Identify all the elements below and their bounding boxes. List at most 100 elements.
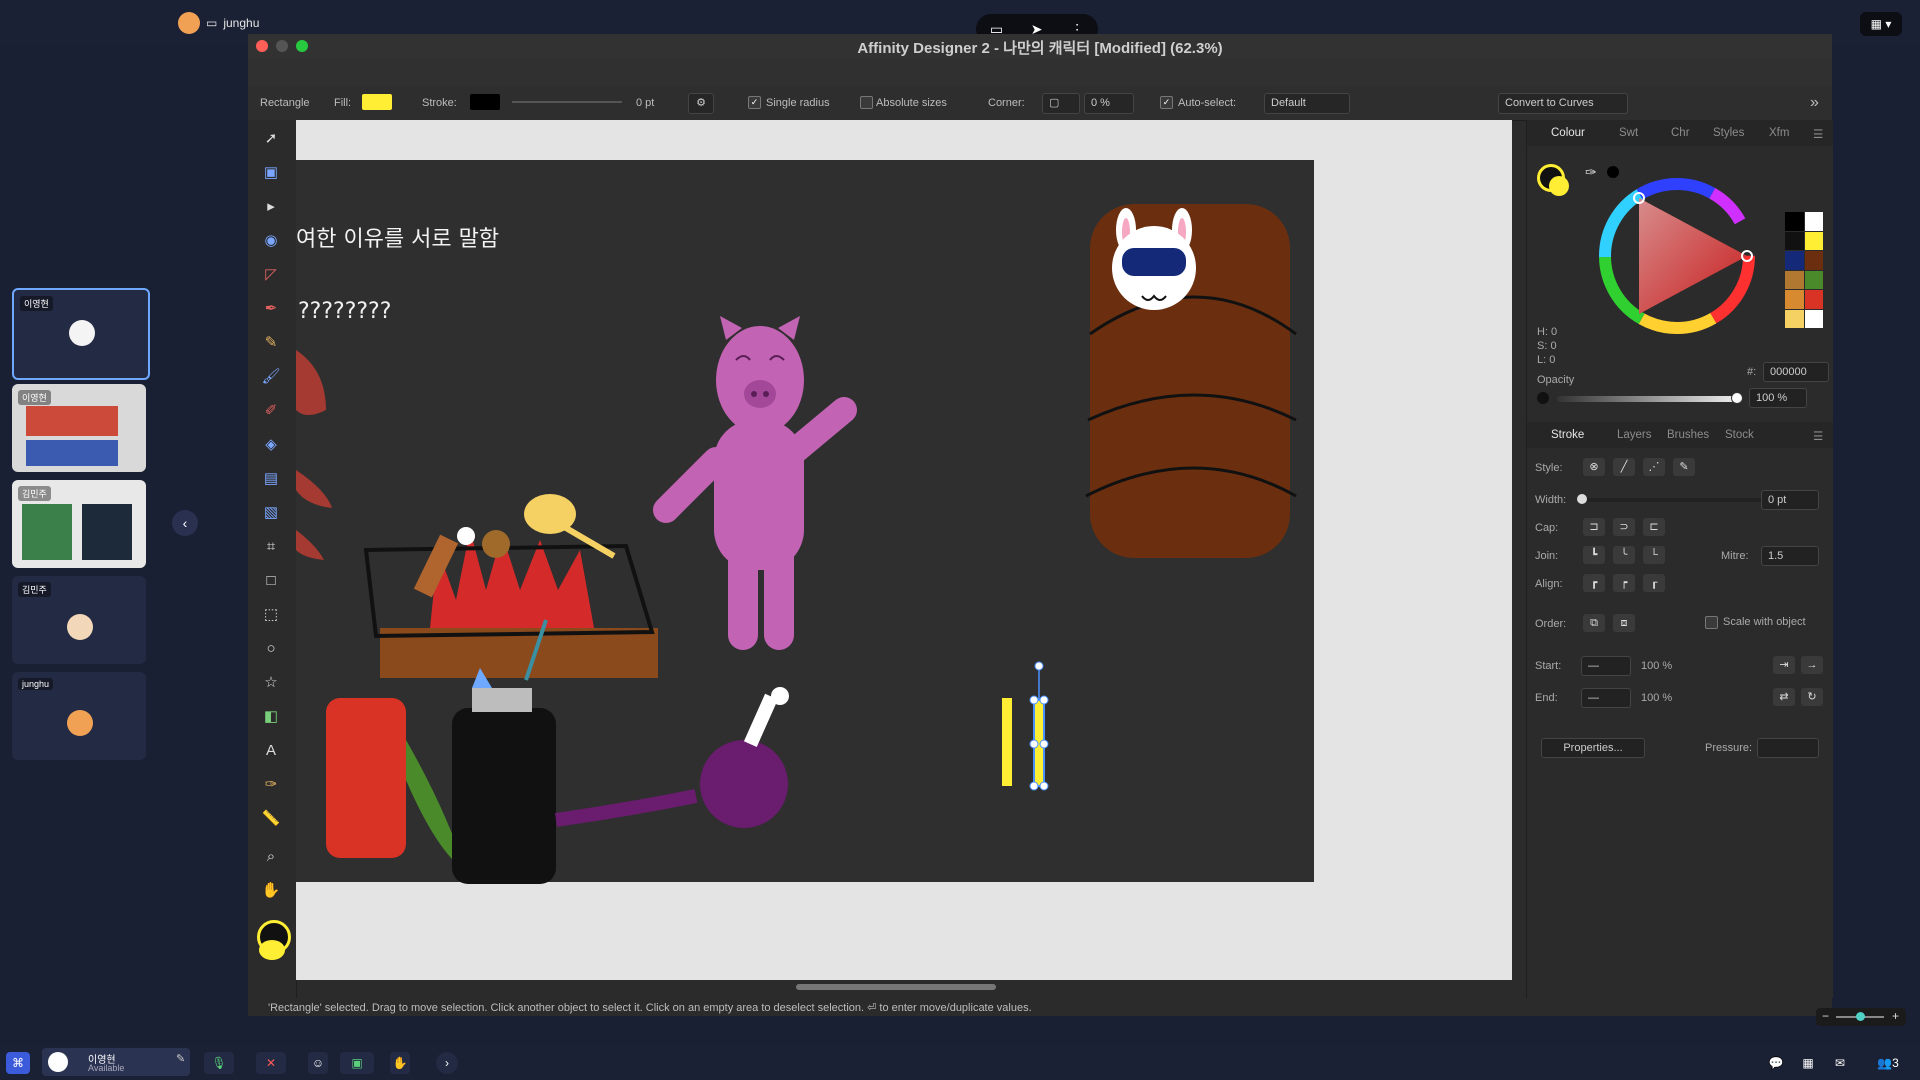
reset-arrows-icon[interactable]: ↻ [1801,688,1823,706]
opacity-slider-handle[interactable] [1731,392,1743,404]
bevel-join-icon[interactable]: └ [1643,546,1665,564]
color-picker-icon[interactable]: ✑ [260,774,282,796]
arrow-right-icon[interactable]: → [1801,656,1823,674]
self-status-chip[interactable]: 이영현 Available ✎ [42,1048,190,1076]
align-outside-icon[interactable]: ┎ [1643,574,1665,592]
participant-tile-sharing[interactable]: 김민주 [12,480,146,568]
move-tool-icon[interactable]: ➚ [260,128,282,150]
corner-tool-icon[interactable]: ◉ [260,230,282,252]
start-arrowhead-select[interactable]: — [1581,656,1631,676]
canvas-area[interactable]: 여한 이유를 서로 말함 ???????? [296,120,1512,980]
point-transform-icon[interactable]: ◸ [260,264,282,286]
opacity-field[interactable]: 100 % [1749,388,1807,408]
calendar-icon[interactable]: ▦ [1798,1052,1818,1074]
chat-bubble-icon[interactable]: 💬 [1766,1052,1786,1074]
paint-brush-icon[interactable]: ✐ [260,400,282,422]
pen-tool-icon[interactable]: ✒ [260,298,282,320]
pencil-tool-icon[interactable]: ✎ [260,332,282,354]
messages-icon[interactable]: ✉ [1830,1052,1850,1074]
recent-swatches[interactable] [1785,212,1823,328]
fill-swatch[interactable] [362,94,392,110]
fill-color-well[interactable] [1549,176,1569,196]
butt-cap-icon[interactable]: ⊐ [1583,518,1605,536]
zoom-control[interactable]: − + [1816,1008,1906,1026]
vector-brush-icon[interactable]: 🖌 [260,366,282,388]
zoom-out-icon[interactable]: − [1822,1009,1829,1023]
zoom-slider-handle[interactable] [1856,1012,1865,1021]
auto-select-checkbox[interactable]: ✓ [1160,96,1173,109]
collapse-sidebar-button[interactable]: ‹ [172,510,198,536]
single-radius-checkbox[interactable]: ✓ [748,96,761,109]
stroke-behind-icon[interactable]: ⧉ [1583,614,1605,632]
tab-transform[interactable]: Xfm [1769,127,1789,139]
stroke-width-slider[interactable] [512,101,622,103]
panel-menu-icon[interactable]: ☰ [1813,127,1823,141]
colour-wheel[interactable] [1597,176,1757,336]
fill-tool-icon[interactable]: ◈ [260,434,282,456]
raise-hand-icon[interactable]: ✋ [390,1052,410,1074]
hex-field[interactable]: 000000 [1763,362,1829,382]
tab-stock[interactable]: Stock [1725,429,1754,441]
text-tool-icon[interactable]: A [260,740,282,762]
artboard[interactable]: 여한 이유를 서로 말함 ???????? [296,120,1512,980]
more-controls-icon[interactable]: › [436,1052,458,1074]
convert-to-curves-button[interactable]: Convert to Curves [1498,93,1628,114]
measure-tool-icon[interactable]: 📏 [260,808,282,830]
shape-builder-icon[interactable]: ◧ [260,706,282,728]
swap-arrows-icon[interactable]: ⇄ [1773,688,1795,706]
app-menu-icon[interactable]: ⌘ [6,1052,30,1074]
transparency-tool-icon[interactable]: ▤ [260,468,282,490]
round-join-icon[interactable]: ╰ [1613,546,1635,564]
panel-menu-icon[interactable]: ☰ [1813,429,1823,443]
microphone-icon[interactable]: 🎙 [204,1052,234,1074]
stroke-front-icon[interactable]: ⧈ [1613,614,1635,632]
tab-colour[interactable]: Colour [1551,127,1585,139]
tab-layers[interactable]: Layers [1617,429,1652,441]
node-tool-icon[interactable]: ▸ [260,196,282,218]
properties-button[interactable]: Properties... [1541,738,1645,758]
mitre-field[interactable]: 1.5 [1761,546,1819,566]
place-image-icon[interactable]: ▧ [260,502,282,524]
edit-status-icon[interactable]: ✎ [176,1052,185,1065]
opacity-slider[interactable] [1557,396,1737,402]
width-slider[interactable] [1581,498,1765,502]
corner-value-field[interactable]: 0 % [1084,93,1134,114]
tab-stroke[interactable]: Stroke [1551,429,1584,441]
artboard-tool-icon[interactable]: ▣ [260,162,282,184]
square-cap-icon[interactable]: ⊏ [1643,518,1665,536]
participants-button[interactable]: 👥 3 [1866,1052,1910,1074]
stroke-swatch[interactable] [470,94,500,110]
eyedropper-icon[interactable]: ✑ [1585,164,1597,181]
auto-select-dropdown[interactable]: Default [1264,93,1350,114]
rectangle-tool-icon[interactable]: □ [260,570,282,592]
crop-tool-icon[interactable]: ⌗ [260,536,282,558]
miter-join-icon[interactable]: ┗ [1583,546,1605,564]
participant-tile-sharing[interactable]: 이영현 [12,384,146,472]
round-cap-icon[interactable]: ⊃ [1613,518,1635,536]
pressure-graph[interactable] [1757,738,1819,758]
gear-icon[interactable]: ⚙ [688,93,714,114]
corner-type-select[interactable]: ▢ [1042,93,1080,114]
tab-character[interactable]: Chr [1671,127,1690,139]
shape-tool-icon[interactable]: ⬚ [260,604,282,626]
align-center-icon[interactable]: ┏ [1583,574,1605,592]
arrow-end-icon[interactable]: ⇥ [1773,656,1795,674]
dashed-line-icon[interactable]: ⋰ [1643,458,1665,476]
absolute-sizes-checkbox[interactable] [860,96,873,109]
no-stroke-icon[interactable]: ⊗ [1583,458,1605,476]
ellipse-tool-icon[interactable]: ○ [260,638,282,660]
screen-share-button[interactable]: ▣ [340,1052,374,1074]
view-tool-icon[interactable]: ✋ [260,880,282,902]
width-field[interactable]: 0 pt [1761,490,1819,510]
scale-with-object-checkbox[interactable] [1705,616,1718,629]
view-toggle-button[interactable]: ▦ ▾ [1860,12,1902,36]
overflow-chevron-icon[interactable]: » [1810,94,1819,112]
zoom-in-icon[interactable]: + [1892,1009,1899,1023]
tab-swatches[interactable]: Swt [1619,127,1638,139]
align-inside-icon[interactable]: ┍ [1613,574,1635,592]
tab-brushes[interactable]: Brushes [1667,429,1709,441]
participant-tile[interactable]: junghu [12,672,146,760]
end-arrowhead-select[interactable]: — [1581,688,1631,708]
star-tool-icon[interactable]: ☆ [260,672,282,694]
camera-off-icon[interactable]: ✕ [256,1052,286,1074]
